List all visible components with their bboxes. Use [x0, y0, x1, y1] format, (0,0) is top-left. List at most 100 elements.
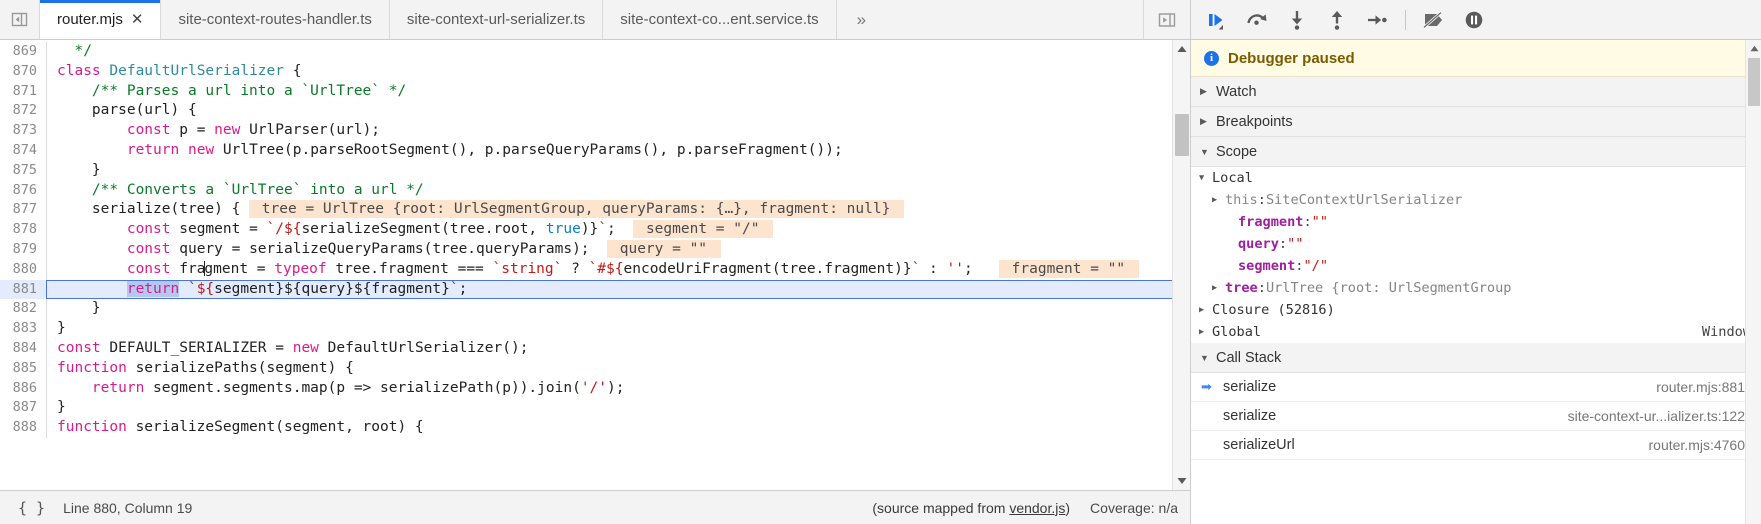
code-token: '' — [946, 260, 964, 277]
line-number[interactable]: 872 — [0, 101, 47, 122]
line-number[interactable]: 884 — [0, 338, 47, 359]
scroll-down-arrow-icon[interactable] — [1173, 472, 1191, 490]
scope-name: Closure (52816) — [1212, 302, 1335, 318]
scope-row[interactable]: GlobalWindow — [1191, 321, 1761, 343]
chevron-right-icon[interactable] — [1212, 283, 1221, 293]
call-stack-row[interactable]: serializeUrl router.mjs:4760 — [1191, 431, 1761, 460]
section-label: Breakpoints — [1216, 113, 1293, 130]
scroll-up-arrow-icon[interactable] — [1746, 40, 1761, 56]
code-line[interactable]: 880 const fragment = typeof tree.fragmen… — [0, 259, 1190, 280]
step-button[interactable] — [1357, 5, 1397, 35]
show-navigator-icon[interactable] — [0, 0, 40, 39]
code-line[interactable]: 873 const p = new UrlParser(url); — [0, 121, 1190, 141]
code-line[interactable]: 888 function serializeSegment(segment, ro… — [0, 418, 1190, 438]
section-header-breakpoints[interactable]: Breakpoints — [1191, 107, 1761, 137]
code-line[interactable]: 887} — [0, 398, 1190, 419]
section-header-scope[interactable]: Scope — [1191, 137, 1761, 167]
chevron-right-icon[interactable] — [1212, 195, 1221, 205]
scope-name: Global — [1212, 324, 1262, 340]
line-number[interactable]: 875 — [0, 160, 47, 181]
line-number[interactable]: 878 — [0, 220, 47, 240]
scope-row[interactable]: segment: "/" — [1191, 255, 1761, 277]
line-number[interactable]: 879 — [0, 239, 47, 260]
line-number[interactable]: 869 — [0, 42, 47, 62]
line-number[interactable]: 886 — [0, 378, 47, 399]
section-header-watch[interactable]: Watch — [1191, 77, 1761, 107]
code-line[interactable]: 886 return segment.segments.map(p => ser… — [0, 378, 1190, 399]
pretty-print-braces-icon[interactable]: { } — [12, 499, 51, 517]
line-number[interactable]: 876 — [0, 180, 47, 201]
line-number[interactable]: 888 — [0, 418, 47, 438]
code-line-executing[interactable]: 881 return `${segment}${query}${fragment… — [0, 279, 1190, 300]
code-line[interactable]: 884 const DEFAULT_SERIALIZER = new Defaul… — [0, 338, 1190, 359]
editor-tab-router-mjs[interactable]: router.mjs ✕ — [40, 0, 162, 39]
scope-row[interactable]: Local — [1191, 167, 1761, 189]
step-over-button[interactable] — [1237, 5, 1277, 35]
call-stack-row[interactable]: serialize site-context-ur...ializer.ts:12… — [1191, 402, 1761, 431]
code-line[interactable]: 883} — [0, 319, 1190, 339]
resume-script-execution-button[interactable] — [1197, 5, 1237, 35]
call-stack-row[interactable]: ➡ serialize router.mjs:881 — [1191, 373, 1761, 402]
editor-tab-site-context-component-service[interactable]: site-context-co...ent.service.ts — [603, 0, 837, 39]
debugger-sidebar: i Debugger paused Watch Breakpoints Scop… — [1190, 0, 1761, 524]
line-number[interactable]: 887 — [0, 398, 47, 419]
code-line[interactable]: 878 const segment = `/${serializeSegment… — [0, 220, 1190, 240]
editor-tab-site-context-url-serializer[interactable]: site-context-url-serializer.ts — [389, 0, 604, 39]
line-number[interactable]: 874 — [0, 140, 47, 161]
code-line[interactable]: 871 /** Parses a url into a `UrlTree` */ — [0, 81, 1190, 102]
code-token: '/' — [580, 379, 608, 396]
scope-value: UrlTree {root: UrlSegmentGroup — [1265, 280, 1512, 296]
chevron-right-icon[interactable] — [1199, 305, 1208, 315]
toolbar-separator — [1405, 9, 1406, 30]
panel-toggle-icon[interactable] — [1143, 0, 1190, 39]
code-line[interactable]: 869 */ — [0, 42, 1190, 62]
chevron-down-icon[interactable] — [1199, 173, 1208, 183]
line-number[interactable]: 871 — [0, 81, 47, 102]
code-line[interactable]: 874 return new UrlTree(p.parseRootSegmen… — [0, 140, 1190, 161]
scope-row[interactable]: query: "" — [1191, 233, 1761, 255]
line-number[interactable]: 885 — [0, 358, 47, 379]
code-line[interactable]: 885 function serializePaths(segment) { — [0, 358, 1190, 379]
sidebar-vertical-scrollbar[interactable] — [1745, 40, 1761, 524]
code-editor-area[interactable]: 869 */870 class DefaultUrlSerializer {871… — [0, 40, 1190, 490]
line-number[interactable]: 883 — [0, 319, 47, 339]
code-token: typeof — [274, 260, 327, 277]
code-line[interactable]: 870 class DefaultUrlSerializer { — [0, 61, 1190, 82]
code-line[interactable]: 877 serialize(tree) { tree = UrlTree {ro… — [0, 200, 1190, 221]
line-number[interactable]: 877 — [0, 200, 47, 221]
line-number[interactable]: 880 — [0, 259, 47, 280]
code-line[interactable]: 875 } — [0, 160, 1190, 181]
line-number[interactable]: 881 — [0, 279, 47, 300]
pause-on-exceptions-button[interactable] — [1454, 5, 1494, 35]
scrollbar-thumb[interactable] — [1748, 58, 1760, 106]
section-header-call-stack[interactable]: Call Stack — [1191, 343, 1761, 373]
more-tabs-icon[interactable]: » — [837, 0, 886, 39]
editor-vertical-scrollbar[interactable] — [1172, 40, 1190, 490]
line-number[interactable]: 873 — [0, 121, 47, 141]
code-line[interactable]: 882 } — [0, 299, 1190, 320]
line-number[interactable]: 870 — [0, 61, 47, 82]
scope-row[interactable]: fragment: "" — [1191, 211, 1761, 233]
chevron-right-icon[interactable] — [1199, 327, 1208, 337]
scrollbar-thumb[interactable] — [1175, 114, 1189, 156]
scope-row[interactable]: this: SiteContextUrlSerializer — [1191, 189, 1761, 211]
editor-tab-site-context-routes-handler[interactable]: site-context-routes-handler.ts — [161, 0, 390, 39]
scope-row[interactable]: Closure (52816) — [1191, 299, 1761, 321]
step-into-button[interactable] — [1277, 5, 1317, 35]
tab-label: site-context-url-serializer.ts — [406, 11, 586, 28]
code-line[interactable]: 876 /** Converts a `UrlTree` into a url … — [0, 180, 1190, 201]
line-number[interactable]: 882 — [0, 299, 47, 320]
code-line-text: } — [47, 398, 1190, 418]
step-out-button[interactable] — [1317, 5, 1357, 35]
source-map-link[interactable]: vendor.js — [1009, 500, 1065, 516]
code-token: serializeSegment(tree.root, — [301, 221, 546, 238]
scroll-up-arrow-icon[interactable] — [1173, 40, 1191, 58]
scope-row[interactable]: tree: UrlTree {root: UrlSegmentGroup — [1191, 277, 1761, 299]
code-line[interactable]: 872 parse(url) { — [0, 101, 1190, 122]
deactivate-breakpoints-button[interactable] — [1414, 5, 1454, 35]
close-icon[interactable]: ✕ — [131, 12, 144, 27]
code-line[interactable]: 879 const query = serializeQueryParams(t… — [0, 239, 1190, 260]
